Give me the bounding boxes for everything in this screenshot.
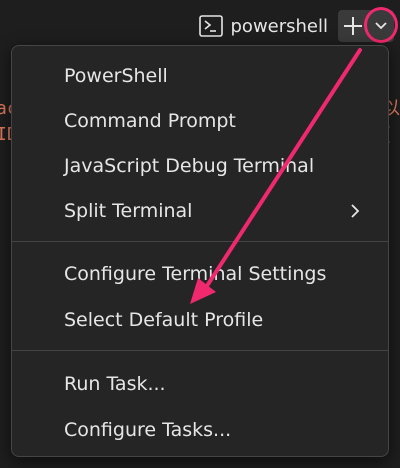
menu-item-run-task[interactable]: Run Task... xyxy=(12,364,388,404)
menu-item-powershell[interactable]: PowerShell xyxy=(12,56,388,96)
launch-profile-dropdown-button[interactable] xyxy=(364,7,398,43)
terminal-panel: ac ID 以 ( powershell xyxy=(0,0,400,468)
chevron-right-icon xyxy=(351,204,360,218)
menu-item-label: Select Default Profile xyxy=(64,309,264,331)
menu-item-label: Split Terminal xyxy=(64,200,193,222)
menu-item-label: Configure Terminal Settings xyxy=(64,263,327,285)
launch-profile-menu: PowerShell Command Prompt JavaScript Deb… xyxy=(11,45,389,457)
menu-item-javascript-debug-terminal[interactable]: JavaScript Debug Terminal xyxy=(12,146,388,186)
terminal-toolbar: powershell xyxy=(193,7,398,44)
menu-item-label: Run Task... xyxy=(64,373,166,395)
menu-item-label: PowerShell xyxy=(64,65,168,87)
menu-separator xyxy=(12,350,388,351)
menu-item-configure-tasks[interactable]: Configure Tasks... xyxy=(12,410,388,450)
terminal-tab-label: powershell xyxy=(230,15,329,37)
menu-item-command-prompt[interactable]: Command Prompt xyxy=(12,101,388,141)
menu-item-label: Configure Tasks... xyxy=(64,419,232,441)
terminal-prompt-icon xyxy=(198,15,223,37)
annotation-highlight-circle xyxy=(364,7,398,43)
terminal-tab[interactable]: powershell xyxy=(193,11,335,41)
menu-item-configure-terminal-settings[interactable]: Configure Terminal Settings xyxy=(12,254,388,294)
menu-item-label: JavaScript Debug Terminal xyxy=(64,155,315,177)
menu-separator xyxy=(12,241,388,242)
menu-item-split-terminal[interactable]: Split Terminal xyxy=(12,191,388,231)
menu-item-select-default-profile[interactable]: Select Default Profile xyxy=(12,300,388,340)
menu-item-label: Command Prompt xyxy=(64,110,236,132)
plus-icon xyxy=(344,17,362,35)
